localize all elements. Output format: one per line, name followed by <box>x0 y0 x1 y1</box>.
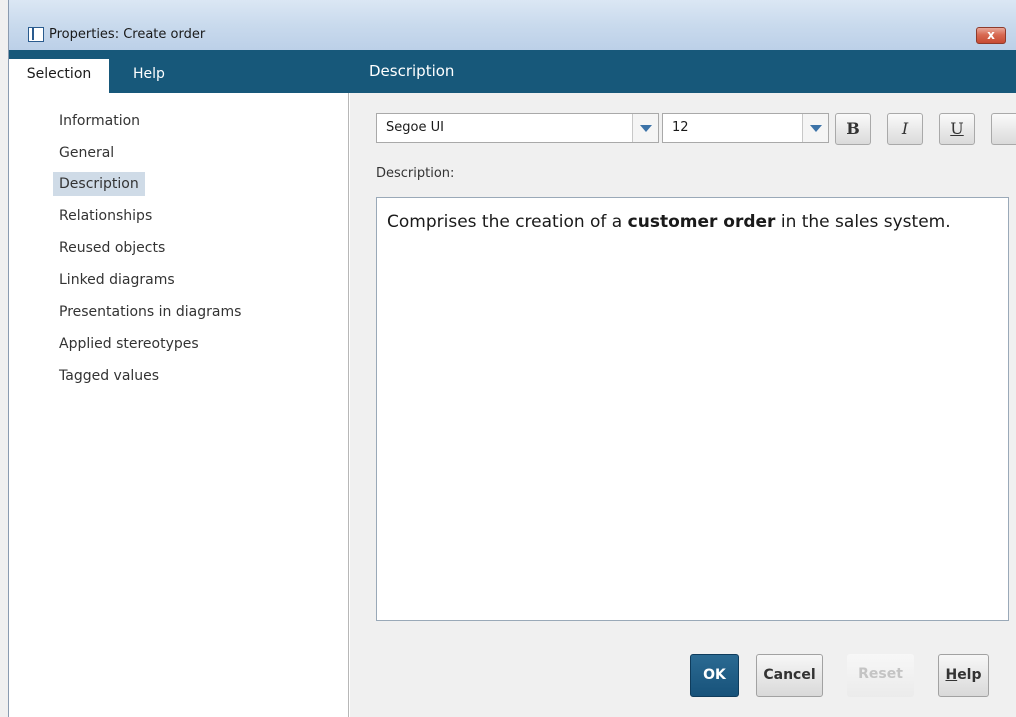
help-mnemonic: H <box>945 667 958 683</box>
properties-dialog: Properties: Create order x Selection Hel… <box>8 0 1016 717</box>
header-bar: Selection Help Description <box>9 50 1016 93</box>
nav-item-tagged-values[interactable]: Tagged values <box>53 364 165 388</box>
chevron-down-icon[interactable] <box>802 114 828 142</box>
description-text-bold: customer order <box>627 212 776 232</box>
description-editor[interactable]: Comprises the creation of a customer ord… <box>376 197 1009 621</box>
font-size-select[interactable]: 12 <box>662 113 829 143</box>
description-text: Comprises the creation of a <box>387 212 628 232</box>
help-button[interactable]: Help <box>938 654 989 697</box>
italic-button[interactable]: I <box>887 113 923 145</box>
nav-item-general[interactable]: General <box>53 141 120 165</box>
ok-button[interactable]: OK <box>690 654 739 697</box>
nav-item-relationships[interactable]: Relationships <box>53 204 158 228</box>
font-family-select[interactable]: Segoe UI <box>376 113 659 143</box>
tab-selection[interactable]: Selection <box>9 59 109 93</box>
close-button[interactable]: x <box>976 27 1006 44</box>
nav-item-description[interactable]: Description <box>53 172 145 196</box>
section-title: Description <box>369 62 455 80</box>
reset-button[interactable]: Reset <box>847 654 914 697</box>
description-panel: Segoe UI 12 B I U Description: Comprises… <box>350 93 1016 717</box>
bold-button[interactable]: B <box>835 113 871 145</box>
tab-help[interactable]: Help <box>117 59 181 93</box>
description-text-end: in the sales system. <box>775 212 951 232</box>
chevron-down-icon[interactable] <box>632 114 658 142</box>
more-format-button[interactable] <box>991 113 1016 145</box>
font-family-value: Segoe UI <box>386 120 444 135</box>
underline-button[interactable]: U <box>939 113 975 145</box>
font-size-value: 12 <box>672 120 689 135</box>
nav-item-applied-stereotypes[interactable]: Applied stereotypes <box>53 332 205 356</box>
cancel-button[interactable]: Cancel <box>756 654 823 697</box>
nav-item-information[interactable]: Information <box>53 109 146 133</box>
nav-item-linked-diagrams[interactable]: Linked diagrams <box>53 268 181 292</box>
help-label: elp <box>957 667 982 683</box>
navigation-panel: Information General Description Relation… <box>19 93 349 717</box>
nav-item-reused-objects[interactable]: Reused objects <box>53 236 171 260</box>
nav-item-presentations-in-diagrams[interactable]: Presentations in diagrams <box>53 300 247 324</box>
description-label: Description: <box>376 166 455 181</box>
window-title: Properties: Create order <box>49 27 206 42</box>
title-bar[interactable]: Properties: Create order x <box>9 0 1016 50</box>
window-icon <box>28 27 44 42</box>
